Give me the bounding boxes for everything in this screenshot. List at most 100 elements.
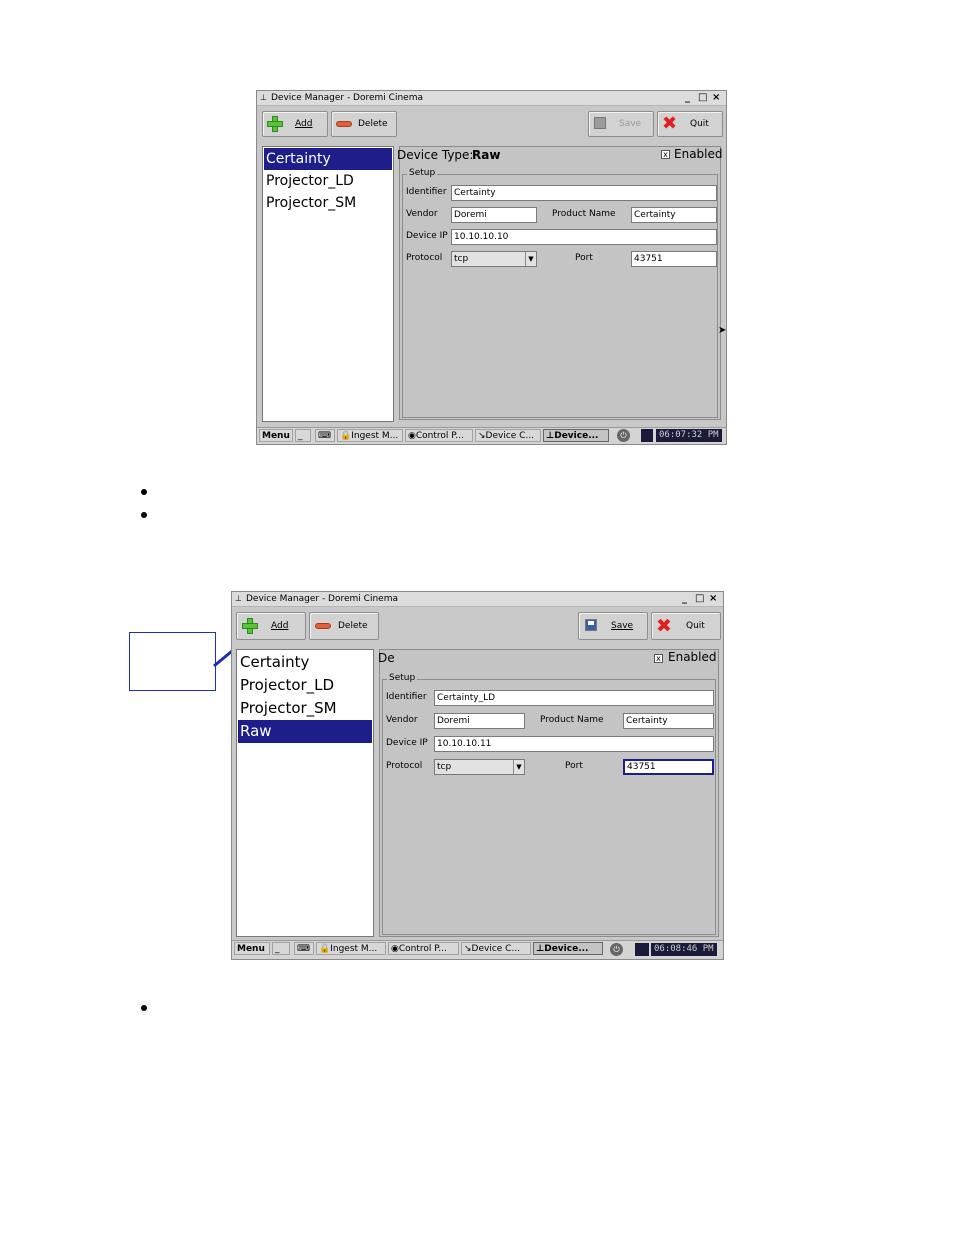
power-icon[interactable]: ⏻ <box>610 943 623 956</box>
identifier-input[interactable]: Certainty_LD <box>434 690 714 706</box>
taskbar-item-ingest[interactable]: 🔒Ingest M... <box>316 942 386 955</box>
app-icon: ⊥ <box>235 594 242 603</box>
list-item[interactable]: Raw <box>238 720 372 743</box>
add-button[interactable]: Add <box>262 111 328 137</box>
quit-button[interactable]: ✖ Quit <box>657 111 723 137</box>
add-label: Add <box>295 119 313 129</box>
lock-icon: 🔒 <box>340 431 352 441</box>
device-type-label: De <box>378 651 395 665</box>
identifier-label: Identifier <box>386 692 427 702</box>
plus-icon <box>242 618 258 634</box>
taskbar-item-label: Control P... <box>415 431 464 441</box>
bullet-icon <box>141 1005 147 1011</box>
save-button[interactable]: Save <box>578 612 648 640</box>
menu-button[interactable]: Menu <box>234 942 270 955</box>
minus-icon <box>315 623 331 629</box>
taskbar-item-device-active[interactable]: ⊥Device... <box>533 942 603 955</box>
delete-button[interactable]: Delete <box>309 612 379 640</box>
disk-icon <box>594 117 606 129</box>
close-button[interactable]: × <box>712 92 720 104</box>
power-icon[interactable]: ⏻ <box>617 429 630 442</box>
vendor-label: Vendor <box>406 209 438 219</box>
vendor-input[interactable]: Doremi <box>451 207 537 223</box>
setup-legend: Setup <box>387 673 418 683</box>
protocol-value: tcp <box>437 762 452 772</box>
port-input[interactable]: 43751 <box>631 251 717 267</box>
device-detail-panel: Device Type: Raw x Enabled Setup Identif… <box>397 146 723 420</box>
save-button[interactable]: Save <box>588 111 654 137</box>
product-name-input[interactable]: Certainty <box>623 713 714 729</box>
taskbar: Menu _ ⌨ 🔒Ingest M... ◉Control P... ↘Dev… <box>257 427 726 444</box>
identifier-label: Identifier <box>406 187 447 197</box>
minimize-button[interactable]: _ <box>682 593 687 605</box>
close-x-icon: ✖ <box>656 615 672 637</box>
list-item[interactable]: Projector_SM <box>264 192 392 214</box>
menu-button[interactable]: Menu <box>259 429 293 442</box>
protocol-value: tcp <box>454 254 469 264</box>
enabled-checkbox[interactable]: x <box>661 150 670 159</box>
device-ip-label: Device IP <box>386 738 428 748</box>
taskbar-item-control[interactable]: ◉Control P... <box>405 429 473 442</box>
device-detail-panel: De x Enabled Setup Identifier Certainty_… <box>378 649 719 937</box>
maximize-button[interactable]: □ <box>695 593 704 605</box>
taskbar-item-control[interactable]: ◉Control P... <box>388 942 459 955</box>
device-ip-input[interactable]: 10.10.10.10 <box>451 229 717 245</box>
disk-icon <box>585 619 597 631</box>
taskbar-item-label: Device... <box>554 431 599 441</box>
window-title: Device Manager - Doremi Cinema <box>246 594 398 604</box>
clock: 06:07:32 PM <box>656 429 722 442</box>
product-name-label: Product Name <box>540 715 604 725</box>
list-item[interactable]: Projector_LD <box>264 170 392 192</box>
minimize-button[interactable]: _ <box>685 92 690 104</box>
app-icon: ⊥ <box>546 431 555 441</box>
delete-button[interactable]: Delete <box>331 111 397 137</box>
wrench-icon: ↘ <box>478 431 486 441</box>
keyboard-icon[interactable]: ⌨ <box>315 429 335 442</box>
control-icon: ◉ <box>391 944 399 954</box>
taskbar-item-ingest[interactable]: 🔒Ingest M... <box>337 429 403 442</box>
device-ip-input[interactable]: 10.10.10.11 <box>434 736 714 752</box>
list-item[interactable]: Projector_SM <box>238 697 372 720</box>
show-desktop-button[interactable]: _ <box>272 942 290 955</box>
delete-label: Delete <box>358 119 388 129</box>
list-item[interactable]: Certainty <box>238 651 372 674</box>
bullet-icon <box>141 512 147 518</box>
quit-button[interactable]: ✖ Quit <box>651 612 721 640</box>
device-ip-label: Device IP <box>406 231 448 241</box>
delete-label: Delete <box>338 621 368 631</box>
enabled-checkbox[interactable]: x <box>654 654 663 663</box>
vendor-input[interactable]: Doremi <box>434 713 525 729</box>
app-icon: ⊥ <box>536 944 545 954</box>
device-manager-window-1: ⊥ Device Manager - Doremi Cinema _ □ × A… <box>256 90 727 445</box>
network-icon <box>635 943 649 956</box>
identifier-input[interactable]: Certainty <box>451 185 717 201</box>
add-button[interactable]: Add <box>236 612 306 640</box>
minus-icon <box>336 121 352 127</box>
taskbar-item-device-c[interactable]: ↘Device C... <box>475 429 541 442</box>
close-button[interactable]: × <box>709 593 717 605</box>
protocol-select[interactable]: tcp ▼ <box>451 251 537 267</box>
window-title: Device Manager - Doremi Cinema <box>271 93 423 103</box>
list-item[interactable]: Projector_LD <box>238 674 372 697</box>
keyboard-icon[interactable]: ⌨ <box>294 942 314 955</box>
chevron-down-icon: ▼ <box>525 252 536 266</box>
taskbar-item-device-c[interactable]: ↘Device C... <box>461 942 531 955</box>
maximize-button[interactable]: □ <box>698 92 707 104</box>
protocol-select[interactable]: tcp ▼ <box>434 759 525 775</box>
callout-box <box>129 632 216 691</box>
taskbar-item-label: Device C... <box>485 431 535 441</box>
taskbar-item-label: Device... <box>544 944 589 954</box>
show-desktop-button[interactable]: _ <box>295 429 311 442</box>
wrench-icon: ↘ <box>464 944 472 954</box>
list-item[interactable]: Certainty <box>264 148 392 170</box>
device-list[interactable]: Certainty Projector_LD Projector_SM <box>262 146 394 422</box>
product-name-input[interactable]: Certainty <box>631 207 717 223</box>
setup-group: Setup Identifier Certainty Vendor Doremi… <box>402 168 718 418</box>
quit-label: Quit <box>690 119 709 129</box>
taskbar-item-device-active[interactable]: ⊥Device... <box>543 429 609 442</box>
device-list[interactable]: Certainty Projector_LD Projector_SM Raw <box>236 649 374 937</box>
enabled-label: Enabled <box>674 147 723 161</box>
port-input[interactable]: 43751 <box>623 759 714 775</box>
device-manager-window-2: ⊥ Device Manager - Doremi Cinema _ □ × A… <box>231 591 724 960</box>
lock-icon: 🔒 <box>319 944 331 954</box>
